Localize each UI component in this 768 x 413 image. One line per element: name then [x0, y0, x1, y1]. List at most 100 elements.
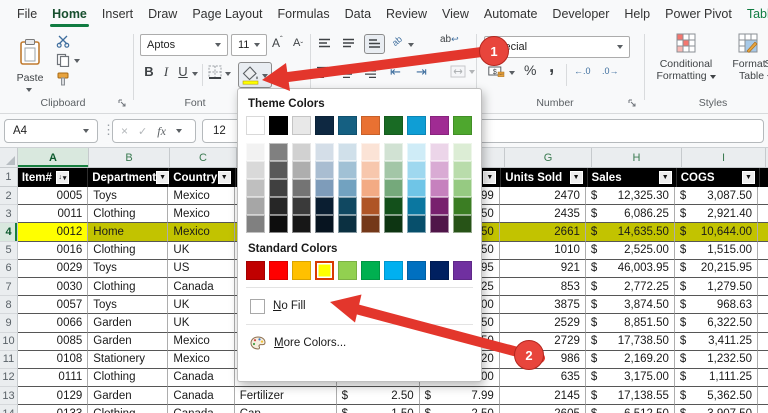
- cell-sales[interactable]: $2,772.25: [586, 278, 675, 296]
- cell-department[interactable]: Clothing: [88, 242, 168, 260]
- cell-department[interactable]: Toys: [88, 260, 168, 278]
- theme-variant-swatch[interactable]: [338, 215, 357, 233]
- column-header[interactable]: H: [592, 148, 682, 167]
- standard-color-swatch[interactable]: [292, 261, 311, 280]
- standard-color-swatch[interactable]: [453, 261, 472, 280]
- ribbon-tab[interactable]: Home: [50, 3, 89, 25]
- row-header[interactable]: 2: [0, 187, 18, 205]
- ribbon-tab[interactable]: Review: [384, 3, 429, 25]
- ribbon-tab[interactable]: Developer: [550, 3, 611, 25]
- standard-color-swatch[interactable]: [246, 261, 265, 280]
- theme-variant-swatch[interactable]: [407, 197, 426, 215]
- theme-variant-swatch[interactable]: [453, 215, 472, 233]
- ribbon-tab[interactable]: Power Pivot: [663, 3, 734, 25]
- theme-variant-swatch[interactable]: [269, 197, 288, 215]
- theme-variant-swatch[interactable]: [384, 215, 403, 233]
- cell-department[interactable]: Toys: [88, 187, 168, 205]
- ribbon-tab[interactable]: Help: [622, 3, 652, 25]
- theme-color-swatch[interactable]: [407, 116, 426, 135]
- percent-style-button[interactable]: %: [524, 62, 536, 78]
- format-painter-button[interactable]: [56, 72, 70, 86]
- header-cell-country[interactable]: Country ▼: [169, 168, 235, 187]
- theme-variant-swatch[interactable]: [430, 143, 449, 161]
- italic-button[interactable]: I: [161, 64, 171, 80]
- theme-variant-swatch[interactable]: [292, 215, 311, 233]
- name-box[interactable]: A4: [4, 119, 98, 143]
- row-header-1[interactable]: 1: [0, 168, 18, 187]
- theme-color-swatch[interactable]: [384, 116, 403, 135]
- cell-units[interactable]: 2605: [500, 405, 586, 413]
- header-cell-item[interactable]: Item# ↓▾: [18, 168, 88, 187]
- cell-cogs[interactable]: $20,215.95: [675, 260, 758, 278]
- borders-button[interactable]: [208, 65, 222, 79]
- theme-variant-swatch[interactable]: [315, 161, 334, 179]
- theme-variant-swatch[interactable]: [384, 197, 403, 215]
- cell-country[interactable]: Canada: [168, 387, 234, 405]
- theme-color-swatch[interactable]: [453, 116, 472, 135]
- grow-font-button[interactable]: Aˆ: [272, 36, 283, 50]
- cell-country[interactable]: UK: [168, 314, 234, 332]
- theme-variant-swatch[interactable]: [338, 143, 357, 161]
- cell-item[interactable]: 0111: [18, 369, 88, 387]
- column-header[interactable]: B: [89, 148, 170, 167]
- cell-units[interactable]: 2470: [500, 187, 586, 205]
- standard-color-swatch[interactable]: [269, 261, 288, 280]
- row-header[interactable]: 12: [0, 369, 18, 387]
- cell-department[interactable]: Garden: [88, 387, 168, 405]
- fill-color-dropdown-chevron[interactable]: [262, 74, 268, 78]
- theme-variant-swatch[interactable]: [315, 143, 334, 161]
- row-header[interactable]: 14: [0, 405, 18, 413]
- number-format-combobox[interactable]: Special: [484, 36, 630, 58]
- cell-department[interactable]: Toys: [88, 296, 168, 314]
- theme-variant-swatch[interactable]: [292, 143, 311, 161]
- cell-item[interactable]: 0066: [18, 314, 88, 332]
- theme-variant-swatch[interactable]: [453, 179, 472, 197]
- theme-color-swatch[interactable]: [292, 116, 311, 135]
- clipboard-dialog-launcher[interactable]: [118, 99, 127, 108]
- theme-variant-swatch[interactable]: [246, 197, 265, 215]
- cell-units[interactable]: 2729: [500, 333, 586, 351]
- align-left-button[interactable]: [316, 66, 329, 79]
- cell-sales[interactable]: $2,169.20: [586, 351, 675, 369]
- cell-units[interactable]: 853: [500, 278, 586, 296]
- orientation-button[interactable]: ab: [390, 34, 404, 48]
- standard-color-swatch[interactable]: [430, 261, 449, 280]
- wrap-text-button[interactable]: ab↩: [440, 34, 459, 45]
- theme-variant-swatch[interactable]: [246, 161, 265, 179]
- cell-item[interactable]: 0133: [18, 405, 88, 413]
- row-header[interactable]: 5: [0, 242, 18, 260]
- decrease-decimal-button[interactable]: .0→: [602, 66, 619, 76]
- cell-item[interactable]: 0108: [18, 351, 88, 369]
- row-header[interactable]: 11: [0, 351, 18, 369]
- merge-center-button[interactable]: [450, 65, 466, 78]
- underline-button[interactable]: U: [177, 64, 189, 79]
- paste-button[interactable]: [10, 32, 50, 72]
- filter-icon[interactable]: ▼: [218, 171, 231, 184]
- ribbon-tab[interactable]: View: [440, 3, 471, 25]
- theme-variant-swatch[interactable]: [338, 179, 357, 197]
- header-cell-units[interactable]: Units Sold ▼: [501, 168, 587, 187]
- cell-sales[interactable]: $17,738.50: [586, 333, 675, 351]
- row-header[interactable]: 6: [0, 260, 18, 278]
- filter-icon[interactable]: ▼: [659, 171, 672, 184]
- no-fill-option[interactable]: No Fill: [246, 295, 473, 317]
- ribbon-tab[interactable]: Table: [745, 3, 768, 25]
- cell-country[interactable]: UK: [168, 296, 234, 314]
- theme-variant-swatch[interactable]: [315, 215, 334, 233]
- cell-units[interactable]: 2435: [500, 205, 586, 223]
- cell-sales[interactable]: $46,003.95: [586, 260, 675, 278]
- top-align-button[interactable]: [318, 38, 331, 50]
- more-colors-option[interactable]: More Colors...: [246, 332, 473, 354]
- theme-variant-swatch[interactable]: [269, 143, 288, 161]
- cell-cogs[interactable]: $1,111.25: [675, 369, 758, 387]
- cell-item[interactable]: 0005: [18, 187, 88, 205]
- theme-color-swatch[interactable]: [430, 116, 449, 135]
- cell-cost[interactable]: $1.50: [337, 405, 420, 413]
- cell-cogs[interactable]: $5,362.50: [675, 387, 758, 405]
- cell-country[interactable]: UK: [168, 242, 234, 260]
- theme-variant-swatch[interactable]: [430, 161, 449, 179]
- cell-cogs[interactable]: $3,087.50: [675, 187, 758, 205]
- theme-variant-swatch[interactable]: [338, 197, 357, 215]
- cell-item[interactable]: 0012: [18, 223, 88, 241]
- theme-variant-swatch[interactable]: [292, 161, 311, 179]
